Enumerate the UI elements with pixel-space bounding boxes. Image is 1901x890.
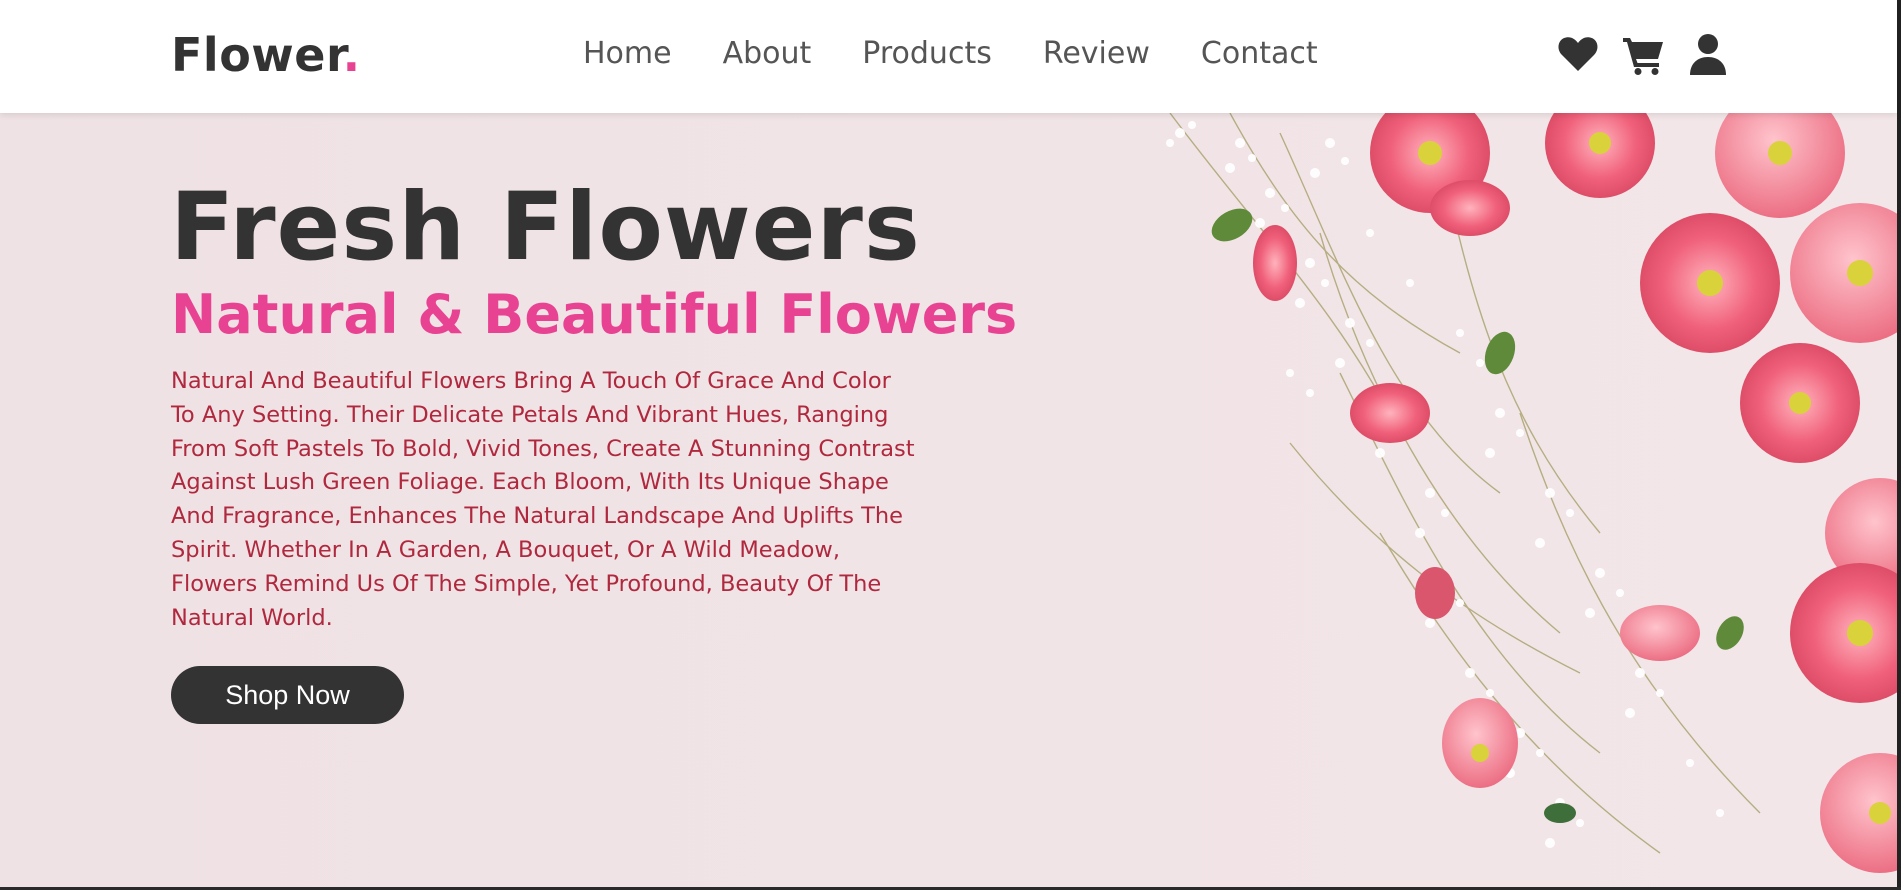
nav-home[interactable]: Home [583,36,672,71]
window-scrollbar-edge [1897,0,1901,890]
cart-icon[interactable] [1621,32,1665,76]
logo-dot: . [342,28,361,82]
site-header: Flower. Home About Products Review Conta… [0,0,1897,113]
shop-now-button[interactable]: Shop Now [171,666,404,724]
hero-section: Fresh Flowers Natural & Beautiful Flower… [0,88,1901,887]
page: Flower. Home About Products Review Conta… [0,0,1901,890]
flowers-image [1140,88,1901,887]
hero-title: Fresh Flowers [170,173,921,282]
logo[interactable]: Flower. [171,28,361,82]
logo-text: Flower [171,28,343,82]
main-nav: Home About Products Review Contact [583,36,1369,71]
header-icons [1556,32,1751,76]
heart-icon[interactable] [1556,32,1600,76]
nav-products[interactable]: Products [862,36,992,71]
user-icon[interactable] [1686,32,1730,76]
nav-about[interactable]: About [723,36,812,71]
nav-contact[interactable]: Contact [1201,36,1318,71]
hero-description: Natural And Beautiful Flowers Bring A To… [171,368,915,631]
hero-subtitle: Natural & Beautiful Flowers [171,283,1018,346]
nav-review[interactable]: Review [1043,36,1150,71]
